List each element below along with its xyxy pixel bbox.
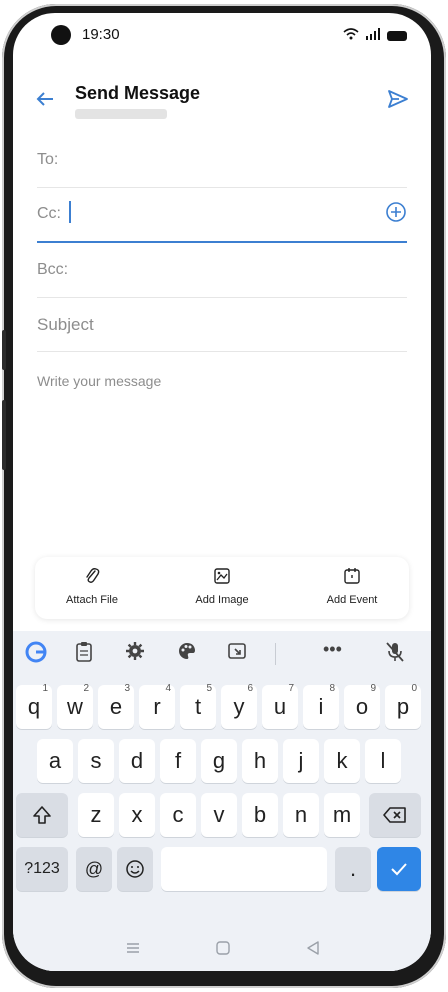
key-z[interactable]: z bbox=[78, 793, 114, 837]
key-p[interactable]: p0 bbox=[385, 683, 421, 729]
key-i[interactable]: i8 bbox=[303, 683, 339, 729]
menu-nav-icon[interactable] bbox=[125, 941, 141, 960]
paperclip-icon bbox=[84, 568, 100, 589]
enter-key[interactable] bbox=[377, 847, 421, 891]
key-j[interactable]: j bbox=[283, 739, 319, 783]
signal-icon bbox=[365, 27, 381, 45]
image-icon bbox=[213, 568, 231, 589]
one-handed-mode-icon[interactable] bbox=[227, 641, 247, 666]
attachment-toolbar: Attach File Add Image Add Event bbox=[35, 557, 409, 619]
wifi-icon bbox=[343, 27, 359, 45]
key-f[interactable]: f bbox=[160, 739, 196, 783]
bcc-field[interactable]: Bcc: bbox=[37, 243, 407, 298]
at-key[interactable]: @ bbox=[76, 847, 112, 891]
key-d[interactable]: d bbox=[119, 739, 155, 783]
to-field[interactable]: To: bbox=[37, 133, 407, 188]
key-w[interactable]: w2 bbox=[57, 683, 93, 729]
key-v[interactable]: v bbox=[201, 793, 237, 837]
add-image-label: Add Image bbox=[195, 594, 249, 606]
add-recipient-icon[interactable] bbox=[385, 201, 407, 228]
emoji-key[interactable] bbox=[117, 847, 153, 891]
clipboard-icon[interactable] bbox=[75, 641, 93, 668]
more-options-icon[interactable]: ••• bbox=[323, 639, 342, 660]
key-m[interactable]: m bbox=[324, 793, 360, 837]
message-body-input[interactable]: Write your message bbox=[37, 373, 161, 389]
key-h[interactable]: h bbox=[242, 739, 278, 783]
key-g[interactable]: g bbox=[201, 739, 237, 783]
cc-field[interactable]: Cc: bbox=[37, 187, 407, 243]
text-cursor bbox=[69, 201, 71, 223]
microphone-off-icon[interactable] bbox=[385, 641, 405, 668]
key-y[interactable]: y6 bbox=[221, 683, 257, 729]
cc-label: Cc: bbox=[37, 205, 61, 222]
key-n[interactable]: n bbox=[283, 793, 319, 837]
key-t[interactable]: t5 bbox=[180, 683, 216, 729]
attach-file-button[interactable]: Attach File bbox=[47, 567, 137, 606]
system-navigation-bar bbox=[13, 927, 431, 971]
key-b[interactable]: b bbox=[242, 793, 278, 837]
theme-palette-icon[interactable] bbox=[177, 641, 197, 666]
keyboard-toolbar: ••• bbox=[13, 631, 431, 677]
settings-gear-icon[interactable] bbox=[125, 641, 145, 666]
backspace-key[interactable] bbox=[369, 793, 421, 837]
keyboard-row-3: z x c v b n m bbox=[13, 793, 431, 843]
key-l[interactable]: l bbox=[365, 739, 401, 783]
keyboard-row-4: ?123 @ . bbox=[13, 847, 431, 897]
key-e[interactable]: e3 bbox=[98, 683, 134, 729]
checkmark-icon bbox=[389, 859, 409, 884]
subject-placeholder: Subject bbox=[37, 315, 94, 334]
key-x[interactable]: x bbox=[119, 793, 155, 837]
toolbar-divider bbox=[275, 643, 276, 665]
space-bar[interactable] bbox=[161, 847, 327, 891]
period-key[interactable]: . bbox=[335, 847, 371, 891]
add-event-label: Add Event bbox=[326, 594, 378, 606]
google-icon[interactable] bbox=[25, 641, 47, 668]
key-s[interactable]: s bbox=[78, 739, 114, 783]
key-k[interactable]: k bbox=[324, 739, 360, 783]
screen: 19:30 Send Message To: Cc: Bcc: Subject … bbox=[13, 13, 431, 971]
power-button bbox=[2, 400, 6, 470]
key-c[interactable]: c bbox=[160, 793, 196, 837]
bcc-label: Bcc: bbox=[37, 261, 69, 278]
calendar-icon bbox=[343, 568, 361, 589]
back-arrow-icon[interactable] bbox=[35, 89, 55, 114]
volume-button bbox=[2, 330, 6, 370]
to-label: To: bbox=[37, 151, 59, 168]
app-header: Send Message bbox=[13, 77, 431, 137]
keyboard-row-2: a s d f g h j k l bbox=[13, 739, 431, 789]
shift-arrow-icon bbox=[32, 805, 52, 830]
page-title: Send Message bbox=[75, 83, 201, 103]
keyboard: ••• q1 w2 e3 r4 t5 y6 u7 i8 o9 p0 a s d … bbox=[13, 631, 431, 971]
shift-key[interactable] bbox=[16, 793, 68, 837]
camera-cutout bbox=[51, 25, 71, 45]
add-image-button[interactable]: Add Image bbox=[177, 567, 267, 606]
backspace-icon bbox=[383, 804, 407, 829]
add-event-button[interactable]: Add Event bbox=[307, 567, 397, 606]
key-q[interactable]: q1 bbox=[16, 683, 52, 729]
send-icon[interactable] bbox=[387, 89, 409, 114]
home-nav-icon[interactable] bbox=[215, 940, 231, 961]
key-u[interactable]: u7 bbox=[262, 683, 298, 729]
emoji-icon bbox=[125, 859, 145, 884]
key-a[interactable]: a bbox=[37, 739, 73, 783]
back-nav-icon[interactable] bbox=[305, 940, 321, 961]
battery-icon bbox=[387, 31, 407, 41]
attach-file-label: Attach File bbox=[66, 594, 118, 606]
status-icons bbox=[343, 27, 407, 45]
subject-field[interactable]: Subject bbox=[37, 297, 407, 352]
status-time: 19:30 bbox=[82, 26, 120, 43]
keyboard-row-1: q1 w2 e3 r4 t5 y6 u7 i8 o9 p0 bbox=[13, 683, 431, 735]
sender-account-redacted bbox=[75, 109, 167, 119]
key-o[interactable]: o9 bbox=[344, 683, 380, 729]
symbols-key[interactable]: ?123 bbox=[16, 847, 68, 891]
status-bar: 19:30 bbox=[13, 13, 431, 61]
key-r[interactable]: r4 bbox=[139, 683, 175, 729]
